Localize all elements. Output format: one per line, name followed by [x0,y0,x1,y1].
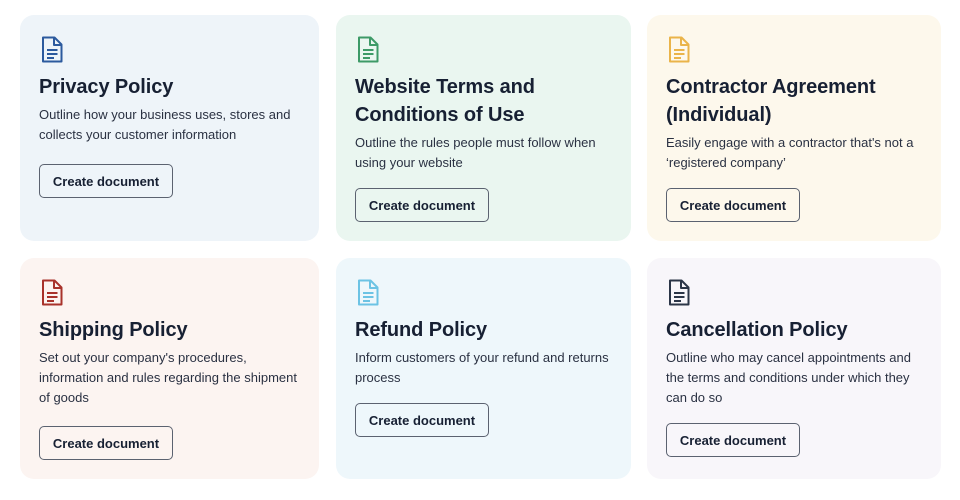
create-document-button[interactable]: Create document [39,426,173,460]
document-icon [669,279,690,306]
document-icon [669,36,690,63]
create-document-button[interactable]: Create document [666,188,800,222]
template-card-refund-policy: Refund Policy Inform customers of your r… [336,258,631,479]
card-title: Privacy Policy [39,76,174,98]
card-description: Outline how your business uses, stores a… [39,107,291,142]
card-description: Set out your company's procedures, infor… [39,350,297,405]
card-title: Website Terms and Conditions of Use [355,76,535,126]
create-document-button[interactable]: Create document [355,403,489,437]
document-template-grid: Privacy Policy Outline how your business… [0,0,960,500]
document-icon [42,279,63,306]
card-description: Easily engage with a contractor that's n… [666,135,914,170]
template-card-contractor-agreement: Contractor Agreement (Individual) Easily… [647,15,941,241]
card-description: Inform customers of your refund and retu… [355,350,609,385]
template-card-website-terms: Website Terms and Conditions of Use Outl… [336,15,631,241]
card-description: Outline who may cancel appointments and … [666,350,911,405]
template-card-cancellation-policy: Cancellation Policy Outline who may canc… [647,258,941,479]
template-card-privacy-policy: Privacy Policy Outline how your business… [20,15,319,241]
card-title: Shipping Policy [39,319,188,341]
document-icon [42,36,63,63]
card-title: Refund Policy [355,319,488,341]
card-title: Contractor Agreement (Individual) [666,76,876,126]
document-icon [358,279,379,306]
create-document-button[interactable]: Create document [355,188,489,222]
template-card-shipping-policy: Shipping Policy Set out your company's p… [20,258,319,479]
create-document-button[interactable]: Create document [39,164,173,198]
document-icon [358,36,379,63]
create-document-button[interactable]: Create document [666,423,800,457]
card-title: Cancellation Policy [666,319,848,341]
card-description: Outline the rules people must follow whe… [355,135,596,170]
